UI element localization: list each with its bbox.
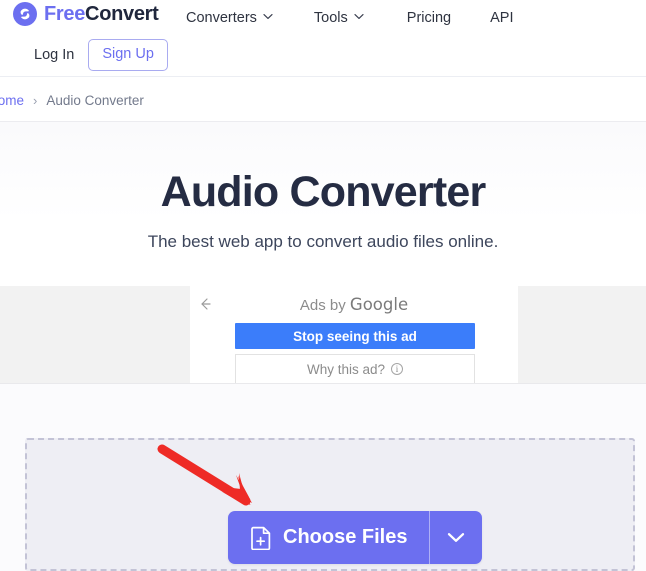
freeconvert-circle-icon [13, 2, 37, 26]
page-subtitle: The best web app to convert audio files … [147, 232, 499, 251]
nav-label-tools: Tools [313, 10, 348, 26]
stop-seeing-ad-button[interactable]: Stop seeing this ad [235, 323, 475, 349]
breadcrumb: Home › Audio Converter [0, 88, 388, 112]
site-logo[interactable]: FreeConvert [13, 2, 159, 26]
freeconvert-audio-converter-page: FreeConvert Converters Tools Pricing API [0, 0, 646, 571]
chevron-down-icon [446, 531, 466, 544]
info-icon: i [391, 363, 404, 375]
choose-files-dropdown-toggle[interactable] [430, 511, 482, 564]
choose-files-label: Choose Files [283, 526, 408, 548]
why-this-ad-label: Why this ad? [306, 361, 386, 377]
signup-button[interactable]: Sign Up [88, 39, 168, 71]
nav-item-pricing[interactable]: Pricing [407, 4, 451, 32]
choose-files-button[interactable]: Choose Files [228, 511, 429, 564]
chevron-down-icon [263, 13, 273, 22]
nav-item-converters[interactable]: Converters [186, 4, 273, 32]
why-this-ad-button[interactable]: Why this ad? i [235, 354, 475, 383]
nav-item-api[interactable]: API [490, 4, 513, 32]
nav-label-converters: Converters [186, 10, 257, 26]
logo-text-convert: Convert [85, 3, 159, 25]
breadcrumb-item-current: Audio Converter [46, 92, 144, 108]
nav-label-api: API [490, 10, 514, 26]
login-link[interactable]: Log In [32, 43, 76, 67]
file-add-icon [251, 526, 272, 550]
nav-label-pricing: Pricing [406, 10, 452, 26]
site-header: FreeConvert Converters Tools Pricing API [0, 0, 646, 77]
ads-by-prefix: Ads by [299, 297, 350, 314]
logo-wordmark: FreeConvert [44, 4, 159, 24]
breadcrumb-separator-icon: › [33, 92, 38, 108]
page-title: Audio Converter [160, 168, 487, 216]
hero-section: Audio Converter The best web app to conv… [0, 122, 646, 286]
ad-panel: Ads by Google Stop seeing this ad Why th… [190, 286, 518, 383]
choose-files-button-group[interactable]: Choose Files [228, 511, 483, 564]
auth-actions: Log In Sign Up [32, 39, 168, 71]
logo-text-free: Free [44, 3, 86, 25]
ads-by-google-label: Ads by Google [190, 295, 518, 314]
nav-item-tools[interactable]: Tools [313, 4, 364, 32]
breadcrumb-item-home[interactable]: Home [0, 93, 24, 108]
main-navigation: Converters Tools Pricing API [186, 0, 513, 36]
advertisement-strip: Ads by Google Stop seeing this ad Why th… [0, 286, 646, 383]
chevron-down-icon [354, 13, 364, 22]
ads-by-brand: Google [349, 295, 409, 314]
